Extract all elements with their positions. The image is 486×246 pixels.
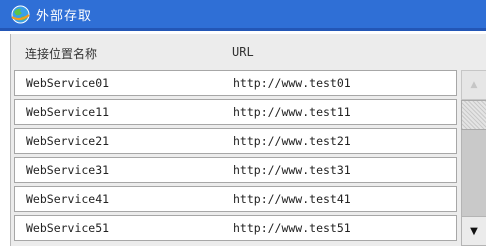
external-access-panel: 连接位置名称 URL WebService01 http://www.test0… bbox=[10, 34, 486, 246]
column-header-name: 连接位置名称 bbox=[25, 47, 98, 61]
cell-url: http://www.test01 bbox=[233, 76, 351, 90]
vertical-scrollbar[interactable]: ▲ ▼ bbox=[461, 70, 486, 246]
cell-name: WebService01 bbox=[26, 76, 110, 90]
cell-url: http://www.test51 bbox=[233, 221, 351, 235]
window-title: 外部存取 bbox=[36, 8, 93, 24]
cell-url: http://www.test41 bbox=[233, 192, 351, 206]
scroll-thumb[interactable] bbox=[461, 100, 486, 130]
table-row[interactable]: WebService31 http://www.test31 bbox=[14, 157, 457, 183]
cell-name: WebService31 bbox=[26, 163, 110, 177]
table-row[interactable]: WebService01 http://www.test01 bbox=[14, 70, 457, 96]
table-row[interactable]: WebService21 http://www.test21 bbox=[14, 128, 457, 154]
triangle-up-icon: ▲ bbox=[470, 80, 478, 90]
cell-url: http://www.test11 bbox=[233, 105, 351, 119]
triangle-down-icon: ▼ bbox=[470, 225, 478, 237]
scroll-down-button[interactable]: ▼ bbox=[461, 216, 486, 246]
globe-app-icon bbox=[11, 5, 30, 24]
cell-url: http://www.test21 bbox=[233, 134, 351, 148]
title-bar: 外部存取 bbox=[0, 0, 486, 31]
scroll-track[interactable] bbox=[461, 130, 486, 216]
cell-name: WebService41 bbox=[26, 192, 110, 206]
cell-name: WebService11 bbox=[26, 105, 110, 119]
column-header-url: URL bbox=[232, 45, 254, 59]
table-row[interactable]: WebService51 http://www.test51 bbox=[14, 215, 457, 241]
cell-name: WebService51 bbox=[26, 221, 110, 235]
table-header: 连接位置名称 URL bbox=[11, 34, 486, 69]
table-row[interactable]: WebService11 http://www.test11 bbox=[14, 99, 457, 125]
cell-url: http://www.test31 bbox=[233, 163, 351, 177]
table-row[interactable]: WebService41 http://www.test41 bbox=[14, 186, 457, 212]
scroll-up-button[interactable]: ▲ bbox=[461, 70, 486, 100]
cell-name: WebService21 bbox=[26, 134, 110, 148]
